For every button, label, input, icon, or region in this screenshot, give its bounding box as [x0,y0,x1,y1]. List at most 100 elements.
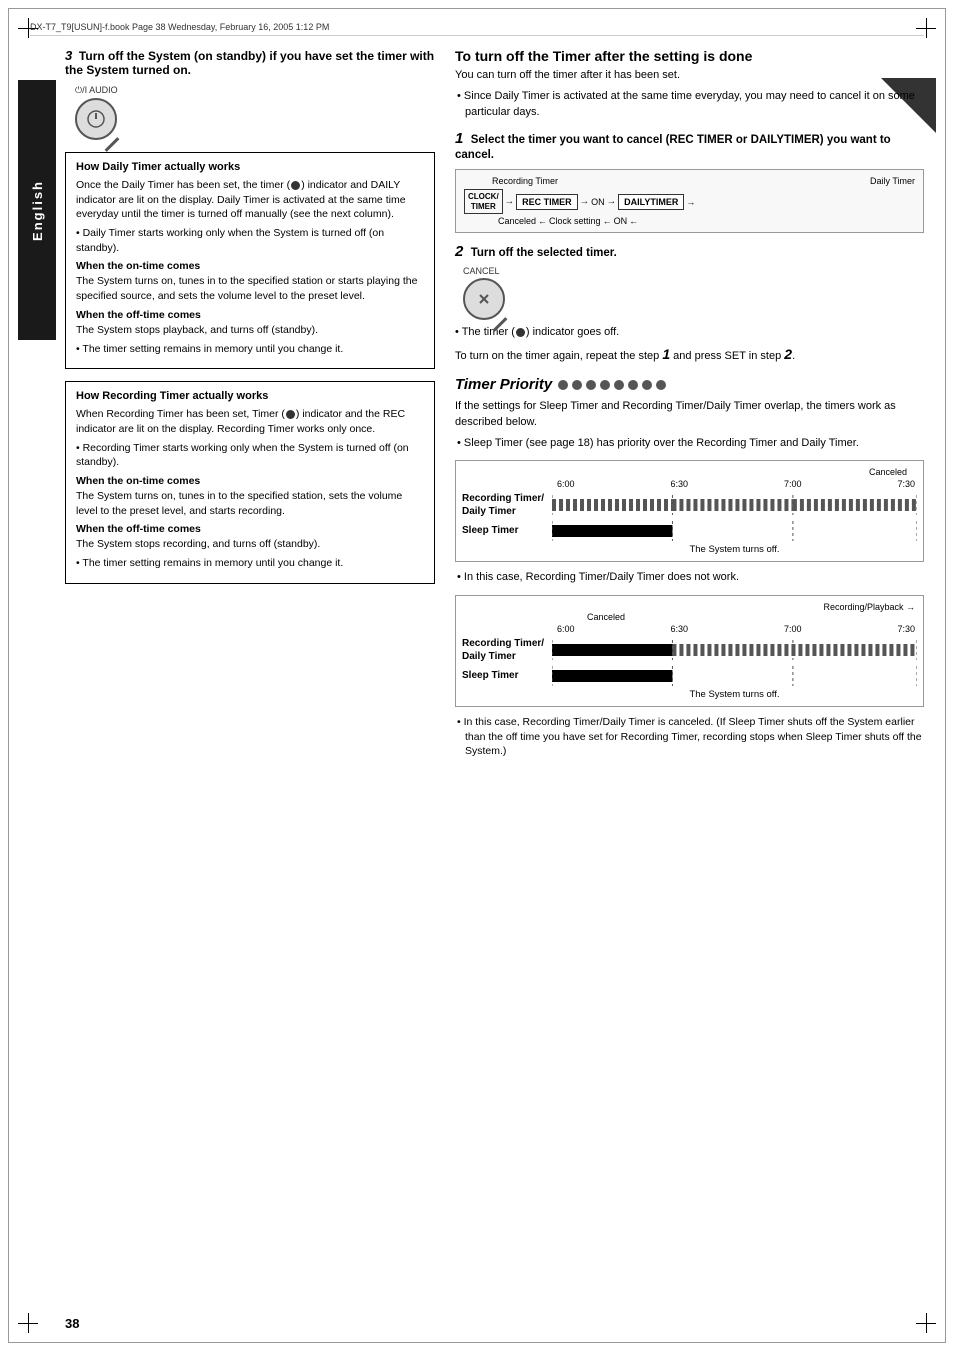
cancel-button-label: CANCEL [463,266,924,276]
recording-timer-off-time-heading: When the off-time comes [76,523,424,535]
rec-timer-box: REC TIMER [516,194,578,210]
header-bar: DX-T7_T9[USUN]-f.book Page 38 Wednesday,… [30,18,924,36]
timer-diag-row2: Canceled ← Clock setting ← ON ← [464,216,915,226]
chart2-recording-label: Recording/Playback → [462,602,917,612]
chart1-time-0: 6:00 [557,479,575,489]
recording-timer-off-time-bullet: • The timer setting remains in memory un… [76,556,424,571]
chart1-footer: The System turns off. [462,544,917,555]
recording-timer-off-time-text: The System stops recording, and turns of… [76,537,424,552]
recording-timer-info-box: How Recording Timer actually works When … [65,381,435,584]
timer-priority-title: Timer Priority [455,376,552,393]
chart2-canceled-label: Canceled [462,612,917,622]
recording-timer-para1: When Recording Timer has been set, Timer… [76,407,424,436]
cancel-button-circle [463,278,505,320]
corner-mark-bl [18,1313,38,1333]
chart1-time-2: 7:00 [784,479,802,489]
chart1-bullet: • In this case, Recording Timer/Daily Ti… [455,570,924,585]
priority-dot-1 [558,380,568,390]
header-text: DX-T7_T9[USUN]-f.book Page 38 Wednesday,… [30,22,329,32]
daily-timer-bullet1: • Daily Timer starts working only when t… [76,226,424,255]
right-column: To turn off the Timer after the setting … [455,48,924,763]
recording-timer-label: Recording Timer [492,176,558,186]
sidebar: English [18,80,56,340]
canceled-label-diag: Canceled [498,216,536,226]
chart1-row2: Sleep Timer [462,521,917,541]
priority-dot-8 [656,380,666,390]
step-ref2: 2 [784,346,792,362]
diag-arrow-back1: ← [538,216,547,226]
step3-number: 3 [65,48,72,63]
chart2-time-0: 6:00 [557,624,575,634]
chart2-row2-track [552,666,917,686]
diag-arrow3: → [607,196,617,207]
timer-priority-section: Timer Priority [455,376,924,393]
priority-bullet1: • Sleep Timer (see page 18) has priority… [455,436,924,451]
timer-diag-top-labels: Recording Timer Daily Timer [464,176,915,186]
chart2-row1-track [552,640,917,660]
chart2-row2: Sleep Timer [462,666,917,686]
daily-timer-box-diag: DAILYTIMER [618,194,684,210]
to-turn-on-again-text: To turn on the timer again, repeat the s… [455,346,924,362]
left-column: 3 Turn off the System (on standby) if yo… [65,48,435,596]
diag-arrow-back2: ← [603,216,612,226]
chart2-footer: The System turns off. [462,689,917,700]
chart2-time-1: 6:30 [670,624,688,634]
chart2-row2-label: Sleep Timer [462,669,552,682]
recording-timer-on-time-heading: When the on-time comes [76,475,424,487]
chart2-bullet: • In this case, Recording Timer/Daily Ti… [455,715,924,759]
daily-timer-para1: Once the Daily Timer has been set, the t… [76,178,424,222]
to-turn-off-subtext: You can turn off the timer after it has … [455,68,924,83]
priority-dot-3 [586,380,596,390]
priority-dot-4 [600,380,610,390]
recording-timer-title: How Recording Timer actually works [76,390,424,402]
daily-timer-title: How Daily Timer actually works [76,161,424,173]
chart1-times: 6:00 6:30 7:00 7:30 [462,479,917,489]
chart1-time-1: 6:30 [670,479,688,489]
step3-section: 3 Turn off the System (on standby) if yo… [65,48,435,140]
timeline-chart-1: Canceled 6:00 6:30 7:00 7:30 Recording T… [455,460,924,562]
priority-dot-5 [614,380,624,390]
chart2-time-3: 7:30 [897,624,915,634]
chart2-time-2: 7:00 [784,624,802,634]
chart1-row1: Recording Timer/Daily Timer [462,492,917,518]
chart2-row1-label: Recording Timer/Daily Timer [462,637,552,663]
clock-setting-label: Clock setting [549,216,601,226]
chart1-row1-label: Recording Timer/Daily Timer [462,492,552,518]
daily-timer-label: Daily Timer [870,176,915,186]
step2-text: Turn off the selected timer. [471,247,617,259]
chart1-row1-track [552,495,917,515]
sidebar-label: English [30,180,45,241]
power-button-label: ⏻/I AUDIO [75,85,118,96]
chart2-times: 6:00 6:30 7:00 7:30 [462,624,917,634]
power-button-illustration: ⏻/I AUDIO [75,85,435,140]
step2-number: 2 [455,243,463,260]
timer-diag-row1: CLOCK/TIMER → REC TIMER → ON → DAILYTIME… [464,189,915,214]
diag-arrow2: → [580,196,590,207]
step2-bullet: • The timer () indicator goes off. [455,326,924,338]
cancel-button-illustration: CANCEL [463,266,924,320]
recording-timer-bullet1: • Recording Timer starts working only wh… [76,441,424,470]
diag-arrow1: → [505,196,515,207]
on-label1: ON [591,197,605,207]
to-turn-off-bullet1: • Since Daily Timer is activated at the … [455,89,924,120]
priority-dot-6 [628,380,638,390]
daily-timer-on-time-text: The System turns on, tunes in to the spe… [76,274,424,303]
diag-arrow-back3: ← [629,216,638,226]
power-button-circle [75,98,117,140]
daily-timer-off-time-bullet: • The timer setting remains in memory un… [76,342,424,357]
daily-timer-off-time-heading: When the off-time comes [76,309,424,321]
priority-intro: If the settings for Sleep Timer and Reco… [455,399,924,430]
step-ref1: 1 [662,346,670,362]
chart1-time-3: 7:30 [897,479,915,489]
step1-number: 1 [455,130,463,147]
recording-timer-on-time-text: The System turns on, tunes in to the spe… [76,489,424,518]
chart1-canceled-label: Canceled [462,467,917,477]
timeline-chart-2: Recording/Playback → Canceled 6:00 6:30 … [455,595,924,707]
daily-timer-info-box: How Daily Timer actually works Once the … [65,152,435,369]
daily-timer-off-time-text: The System stops playback, and turns off… [76,323,424,338]
step3-text: Turn off the System (on standby) if you … [65,49,434,77]
step1-text: Select the timer you want to cancel (REC… [455,134,891,161]
priority-dots [558,380,666,390]
main-content: 3 Turn off the System (on standby) if yo… [65,48,924,1311]
chart1-row2-track [552,521,917,541]
